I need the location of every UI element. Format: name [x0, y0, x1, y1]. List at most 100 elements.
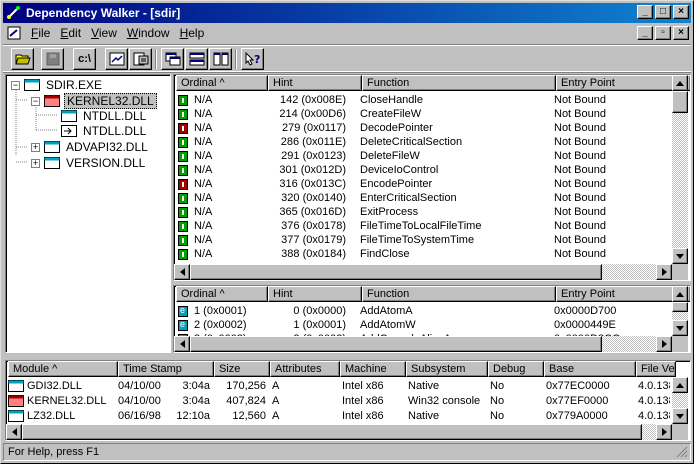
scroll-down-button[interactable]	[672, 320, 688, 336]
menu-edit[interactable]: Edit	[55, 26, 86, 40]
tree-item[interactable]: − KERNEL32.DLL	[31, 93, 157, 109]
column-header-subsystem[interactable]: Subsystem	[406, 361, 488, 377]
module-dependency-tree[interactable]: − SDIR.EXE − KERNEL32.DLL NTDLL.DLL NTDL…	[5, 74, 171, 353]
import-horizontal-scrollbar[interactable]	[174, 264, 672, 280]
tile-horizontal-button[interactable]	[185, 48, 208, 70]
tree-item[interactable]: NTDLL.DLL	[61, 108, 148, 124]
table-row[interactable]: N/A 316 (0x013C) EncodePointer Not Bound	[176, 177, 674, 191]
mdi-restore-button[interactable]: ▫	[655, 26, 671, 40]
column-header-file-version[interactable]: File Ver	[636, 361, 676, 377]
close-button[interactable]: ×	[673, 5, 689, 19]
table-row[interactable]: LZ32.DLL 06/16/98 12:10a 12,560 A Intel x86 Na…	[8, 409, 670, 423]
debug-cell: No	[490, 380, 505, 392]
column-header-module[interactable]: Module ^	[8, 361, 118, 377]
properties-button[interactable]	[129, 48, 152, 70]
scroll-thumb[interactable]	[672, 91, 688, 113]
export-vertical-scrollbar[interactable]	[672, 286, 688, 336]
scroll-left-button[interactable]	[174, 336, 190, 352]
column-header-machine[interactable]: Machine	[340, 361, 406, 377]
column-header-attributes[interactable]: Attributes	[270, 361, 340, 377]
scroll-down-button[interactable]	[672, 248, 688, 264]
scroll-right-button[interactable]	[656, 424, 672, 440]
column-header-size[interactable]: Size	[214, 361, 270, 377]
table-row[interactable]: N/A 320 (0x0140) EnterCriticalSection Not B…	[176, 191, 674, 205]
context-help-button[interactable]: ?	[241, 48, 264, 70]
column-header-function[interactable]: Function	[362, 75, 556, 91]
scroll-left-button[interactable]	[174, 264, 190, 280]
document-icon[interactable]	[6, 26, 22, 40]
column-header-entry-point[interactable]: Entry Point	[556, 75, 690, 91]
table-row[interactable]: 2 (0x0002) 1 (0x0001) AddAtomW 0x0000449E	[176, 318, 672, 332]
title-bar[interactable]: Dependency Walker - [sdir] _ □ ×	[3, 3, 691, 23]
export-horizontal-scrollbar[interactable]	[174, 336, 672, 352]
menu-view[interactable]: View	[86, 26, 122, 40]
module-horizontal-scrollbar[interactable]	[6, 424, 672, 440]
arrow-left-icon	[11, 428, 17, 436]
table-row[interactable]: N/A 376 (0x0178) FileTimeToLocalFileTime No…	[176, 219, 674, 233]
table-row[interactable]: N/A 377 (0x0179) FileTimeToSystemTime Not B…	[176, 233, 674, 247]
column-header-ordinal[interactable]: Ordinal ^	[176, 75, 268, 91]
tree-item[interactable]: + VERSION.DLL	[31, 155, 147, 171]
table-row[interactable]: N/A 142 (0x008E) CloseHandle Not Bound	[176, 93, 674, 107]
menu-file[interactable]: File	[26, 26, 55, 40]
scroll-down-button[interactable]	[672, 408, 688, 424]
tile-vertical-button[interactable]	[209, 48, 232, 70]
subsystem-cell: Win32 console	[408, 395, 481, 407]
command-prompt-button[interactable]: c:\	[73, 48, 96, 70]
module-icon	[24, 79, 40, 91]
table-row[interactable]: N/A 301 (0x012D) DeviceIoControl Not Bound	[176, 163, 674, 177]
table-row[interactable]: N/A 214 (0x00D6) CreateFileW Not Bound	[176, 107, 674, 121]
menu-window[interactable]: Window	[122, 26, 175, 40]
attributes-cell: A	[272, 395, 280, 407]
table-row[interactable]: N/A 365 (0x016D) ExitProcess Not Bound	[176, 205, 674, 219]
view-full-paths-button[interactable]	[105, 48, 128, 70]
collapse-toggle[interactable]: −	[11, 80, 20, 90]
table-row[interactable]: KERNEL32.DLL 04/10/00 3:04a 407,824 A Intel x…	[8, 394, 670, 408]
collapse-toggle[interactable]: −	[31, 96, 40, 106]
scroll-thumb[interactable]	[190, 264, 602, 280]
scroll-right-button[interactable]	[656, 264, 672, 280]
table-row[interactable]: N/A 279 (0x0117) DecodePointer Not Bound	[176, 121, 674, 135]
open-button[interactable]	[11, 48, 34, 70]
table-row[interactable]: 1 (0x0001) 0 (0x0000) AddAtomA 0x0000D700	[176, 304, 672, 318]
mdi-close-button[interactable]: ×	[673, 26, 689, 40]
cascade-button[interactable]	[161, 48, 184, 70]
table-row[interactable]: N/A 388 (0x0184) FindClose Not Bound	[176, 247, 674, 261]
table-row[interactable]: N/A 286 (0x011E) DeleteCriticalSection Not …	[176, 135, 674, 149]
table-row[interactable]: N/A 291 (0x0123) DeleteFileW Not Bound	[176, 149, 674, 163]
menu-help[interactable]: Help	[175, 26, 210, 40]
scroll-left-button[interactable]	[6, 424, 22, 440]
function-cell: DeviceIoControl	[360, 164, 439, 176]
import-function-list[interactable]: Ordinal ^ Hint Function Entry Point N/A 1…	[173, 74, 691, 281]
module-vertical-scrollbar[interactable]	[672, 377, 688, 424]
module-list[interactable]: Module ^ Time Stamp Size Attributes Mach…	[5, 360, 691, 441]
scroll-thumb[interactable]	[22, 424, 642, 440]
tree-item[interactable]: − SDIR.EXE	[11, 77, 104, 93]
column-header-debug[interactable]: Debug	[488, 361, 544, 377]
tree-item[interactable]: NTDLL.DLL	[61, 123, 148, 139]
scroll-thumb[interactable]	[190, 336, 602, 352]
expand-toggle[interactable]: +	[31, 142, 40, 152]
scroll-up-button[interactable]	[672, 377, 688, 393]
ordinal-cell: N/A	[194, 150, 213, 162]
scroll-up-button[interactable]	[672, 286, 688, 302]
scroll-up-button[interactable]	[672, 75, 688, 91]
scroll-right-button[interactable]	[656, 336, 672, 352]
resize-grip-icon[interactable]	[676, 446, 688, 458]
column-header-hint[interactable]: Hint	[268, 75, 362, 91]
table-row[interactable]: GDI32.DLL 04/10/00 3:04a 170,256 A Intel x86 N…	[8, 379, 670, 393]
save-button[interactable]	[41, 48, 64, 70]
import-vertical-scrollbar[interactable]	[672, 75, 688, 264]
expand-toggle[interactable]: +	[31, 158, 40, 168]
scroll-thumb[interactable]	[672, 302, 688, 312]
menu-window-label: indow	[138, 26, 170, 40]
file-version-cell: 4.0.138	[638, 410, 670, 422]
tree-item[interactable]: + ADVAPI32.DLL	[31, 139, 150, 155]
column-header-time-stamp[interactable]: Time Stamp	[118, 361, 214, 377]
minimize-button[interactable]: _	[637, 5, 653, 19]
export-function-list[interactable]: Ordinal ^ Hint Function Entry Point 1 (0…	[173, 285, 691, 353]
mdi-minimize-button[interactable]: _	[637, 26, 653, 40]
maximize-button[interactable]: □	[655, 5, 671, 19]
column-header-base[interactable]: Base	[544, 361, 636, 377]
ordinal-cell: 1 (0x0001)	[194, 305, 247, 317]
